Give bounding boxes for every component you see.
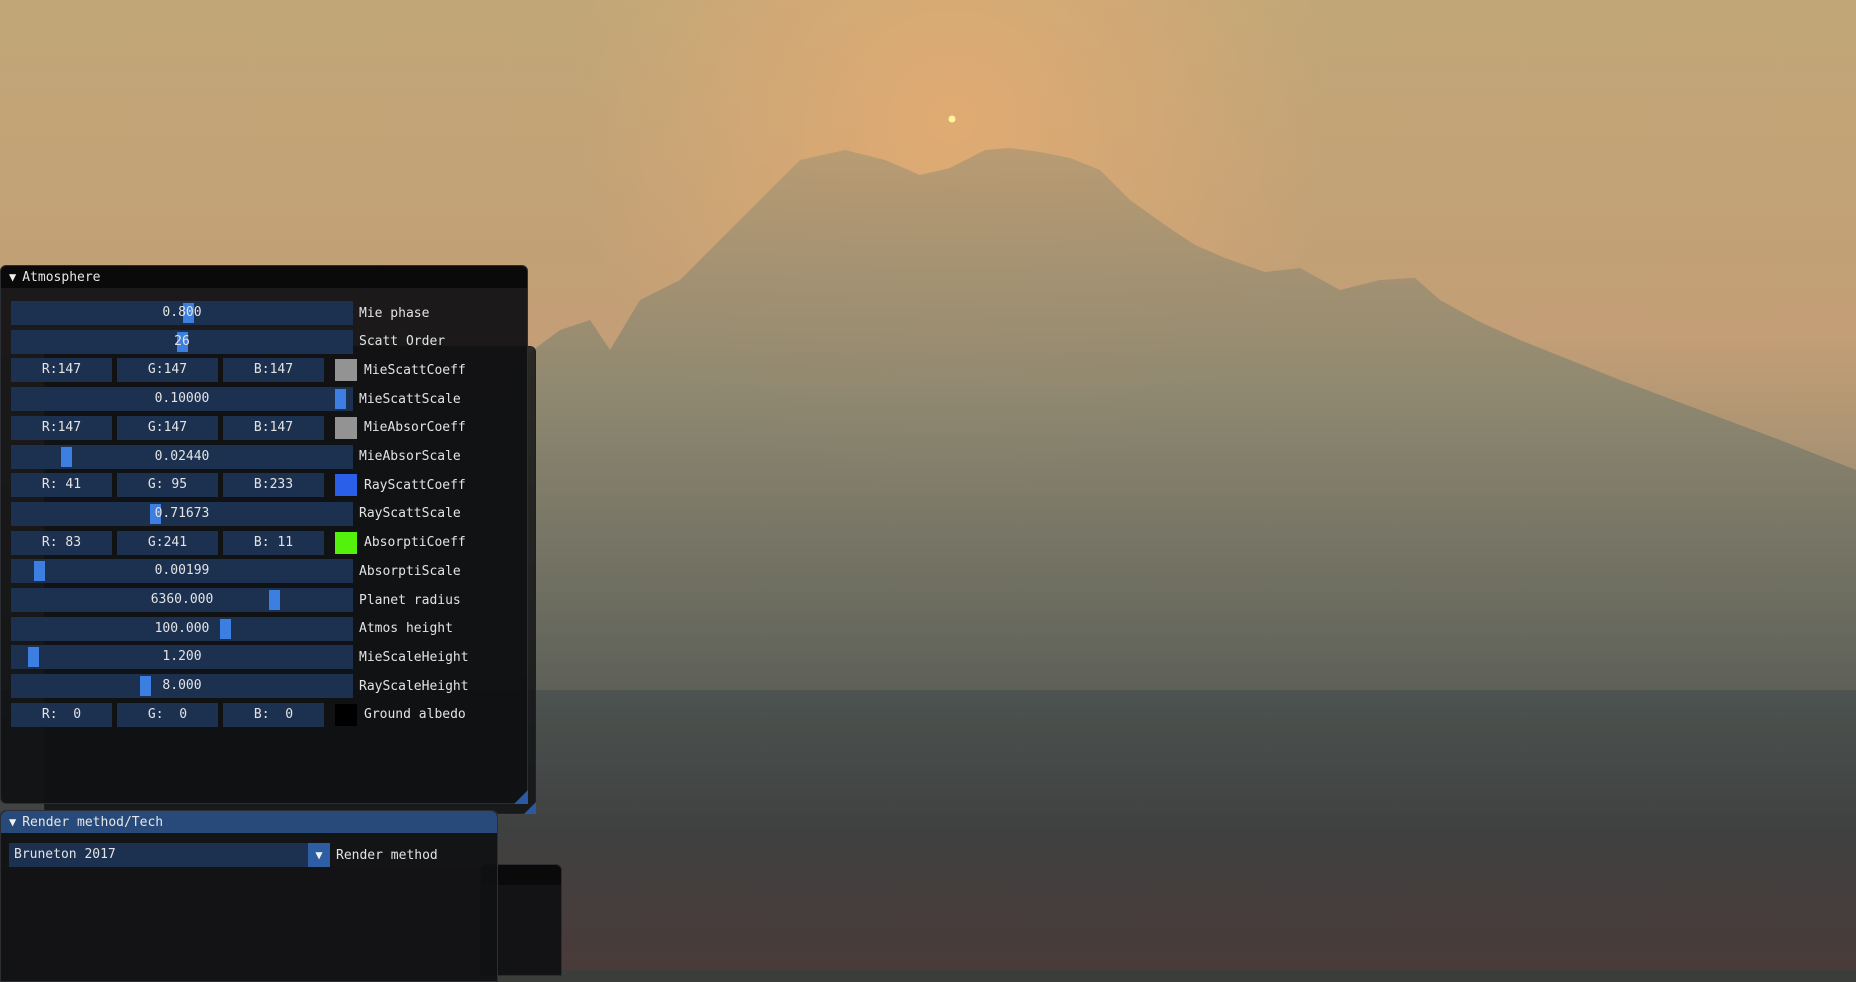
param-row: 6360.000 Planet radius — [11, 588, 461, 612]
color-channel-g[interactable]: G:241 — [117, 530, 218, 555]
color-swatch[interactable] — [334, 358, 358, 383]
param-label: AbsorptiScale — [359, 563, 461, 579]
color-swatch[interactable] — [334, 530, 358, 555]
chevron-down-icon[interactable]: ▼ — [308, 843, 330, 867]
param-row: 0.02440 MieAbsorScale — [11, 444, 461, 469]
slider-value: 0.800 — [162, 305, 202, 320]
slider-grab[interactable] — [219, 618, 231, 639]
color-editor: R:147 G:147 B:147 — [11, 415, 358, 440]
color-channel-g[interactable]: G:147 — [117, 358, 218, 383]
slider-value: 0.71673 — [154, 505, 210, 521]
param-row: 26 Scatt Order — [11, 329, 446, 354]
color-channel-r[interactable]: R:147 — [11, 415, 112, 440]
param-slider[interactable]: 6360.000 — [11, 588, 353, 612]
slider-grab[interactable] — [269, 590, 281, 610]
atmosphere-window[interactable]: ▼ Atmosphere 0.800 Mie phase 26 Scatt Order… — [0, 265, 528, 804]
param-label: Mie phase — [359, 305, 430, 321]
color-editor: R: 83 G:241 B: 11 — [11, 530, 358, 555]
slider-grab[interactable] — [27, 647, 39, 668]
slider-grab[interactable] — [335, 389, 347, 410]
render-method-label: Render method — [336, 847, 438, 863]
slider-value: 1.200 — [162, 649, 202, 665]
param-label: Ground albedo — [364, 707, 466, 723]
param-slider[interactable]: 1.200 — [11, 645, 353, 670]
slider-value: 6360.000 — [150, 592, 214, 607]
slider-grab[interactable] — [34, 561, 46, 582]
param-slider[interactable]: 0.00199 — [11, 559, 353, 584]
color-channel-r[interactable]: R: 41 — [11, 473, 112, 498]
param-label: MieScaleHeight — [359, 649, 469, 665]
param-label: RayScattScale — [359, 506, 461, 522]
color-channel-g[interactable]: G:147 — [117, 415, 218, 440]
collapse-arrow-icon[interactable]: ▼ — [9, 815, 16, 829]
param-row: 0.10000 MieScattScale — [11, 387, 461, 412]
color-channel-g[interactable]: G: 95 — [117, 473, 218, 498]
param-label: MieScattCoeff — [364, 362, 466, 378]
render-method-title: Render method/Tech — [22, 814, 164, 830]
color-channel-b[interactable]: B: 11 — [223, 530, 324, 555]
slider-grab[interactable] — [140, 676, 152, 697]
render-method-combo[interactable]: Bruneton 2017 — [9, 843, 308, 867]
render-method-window[interactable]: ▼ Render method/Tech Bruneton 2017 ▼ Ren… — [0, 810, 498, 982]
param-label: Atmos height — [359, 621, 453, 637]
slider-value: 0.10000 — [154, 391, 210, 407]
param-row: R: 41 G: 95 B:233 RayScattCoeff — [11, 473, 466, 498]
slider-value: 0.02440 — [154, 448, 210, 464]
sun-icon — [948, 115, 956, 123]
color-editor: R: 0 G: 0 B: 0 — [11, 702, 358, 727]
param-row: R: 0 G: 0 B: 0 Ground albedo — [11, 702, 466, 727]
param-slider[interactable]: 0.800 — [11, 301, 353, 325]
param-label: AbsorptiCoeff — [364, 535, 466, 551]
param-label: Planet radius — [359, 592, 461, 608]
color-channel-b[interactable]: B:233 — [223, 473, 324, 498]
param-row: 0.800 Mie phase — [11, 301, 429, 325]
color-channel-r[interactable]: R: 0 — [11, 702, 112, 727]
color-swatch[interactable] — [334, 473, 358, 498]
param-row: 8.000 RayScaleHeight — [11, 674, 469, 699]
atmosphere-titlebar[interactable]: ▼ Atmosphere — [1, 266, 527, 288]
render-method-titlebar[interactable]: ▼ Render method/Tech — [1, 811, 497, 833]
param-label: Scatt Order — [359, 334, 446, 350]
collapse-arrow-icon[interactable]: ▼ — [9, 270, 16, 284]
param-row: 0.00199 AbsorptiScale — [11, 559, 461, 584]
param-row: 0.71673 RayScattScale — [11, 501, 461, 526]
param-label: MieScattScale — [359, 391, 461, 407]
param-label: MieAbsorCoeff — [364, 420, 466, 436]
atmosphere-title: Atmosphere — [22, 269, 101, 285]
param-slider[interactable]: 8.000 — [11, 674, 353, 699]
color-editor: R:147 G:147 B:147 — [11, 358, 358, 383]
slider-value: 100.000 — [154, 620, 210, 636]
param-row: 1.200 MieScaleHeight — [11, 645, 469, 670]
window-resize-grip[interactable] — [514, 790, 528, 804]
color-swatch[interactable] — [334, 702, 358, 727]
param-label: MieAbsorScale — [359, 449, 461, 464]
param-slider[interactable]: 0.10000 — [11, 387, 353, 412]
color-channel-r[interactable]: R: 83 — [11, 530, 112, 555]
color-channel-b[interactable]: B:147 — [223, 415, 324, 440]
slider-value: 0.00199 — [154, 563, 210, 579]
color-channel-b[interactable]: B:147 — [223, 358, 324, 383]
param-slider[interactable]: 26 — [11, 329, 353, 354]
param-slider[interactable]: 100.000 — [11, 616, 353, 641]
param-label: RayScaleHeight — [359, 678, 469, 694]
param-slider[interactable]: 0.71673 — [11, 501, 353, 526]
param-label: RayScattCoeff — [364, 477, 466, 493]
param-row: 100.000 Atmos height — [11, 616, 453, 641]
color-editor: R: 41 G: 95 B:233 — [11, 473, 358, 498]
param-row: R: 83 G:241 B: 11 AbsorptiCoeff — [11, 530, 466, 555]
render-method-row: Bruneton 2017 ▼ Render method — [9, 843, 438, 867]
slider-value: 26 — [174, 333, 190, 349]
param-slider[interactable]: 0.02440 — [11, 444, 353, 469]
param-row: R:147 G:147 B:147 MieAbsorCoeff — [11, 415, 466, 440]
color-swatch[interactable] — [334, 415, 358, 440]
color-channel-b[interactable]: B: 0 — [223, 702, 324, 727]
slider-grab[interactable] — [60, 446, 72, 467]
slider-value: 8.000 — [162, 678, 202, 694]
color-channel-g[interactable]: G: 0 — [117, 702, 218, 727]
color-channel-r[interactable]: R:147 — [11, 358, 112, 383]
param-row: R:147 G:147 B:147 MieScattCoeff — [11, 358, 466, 383]
